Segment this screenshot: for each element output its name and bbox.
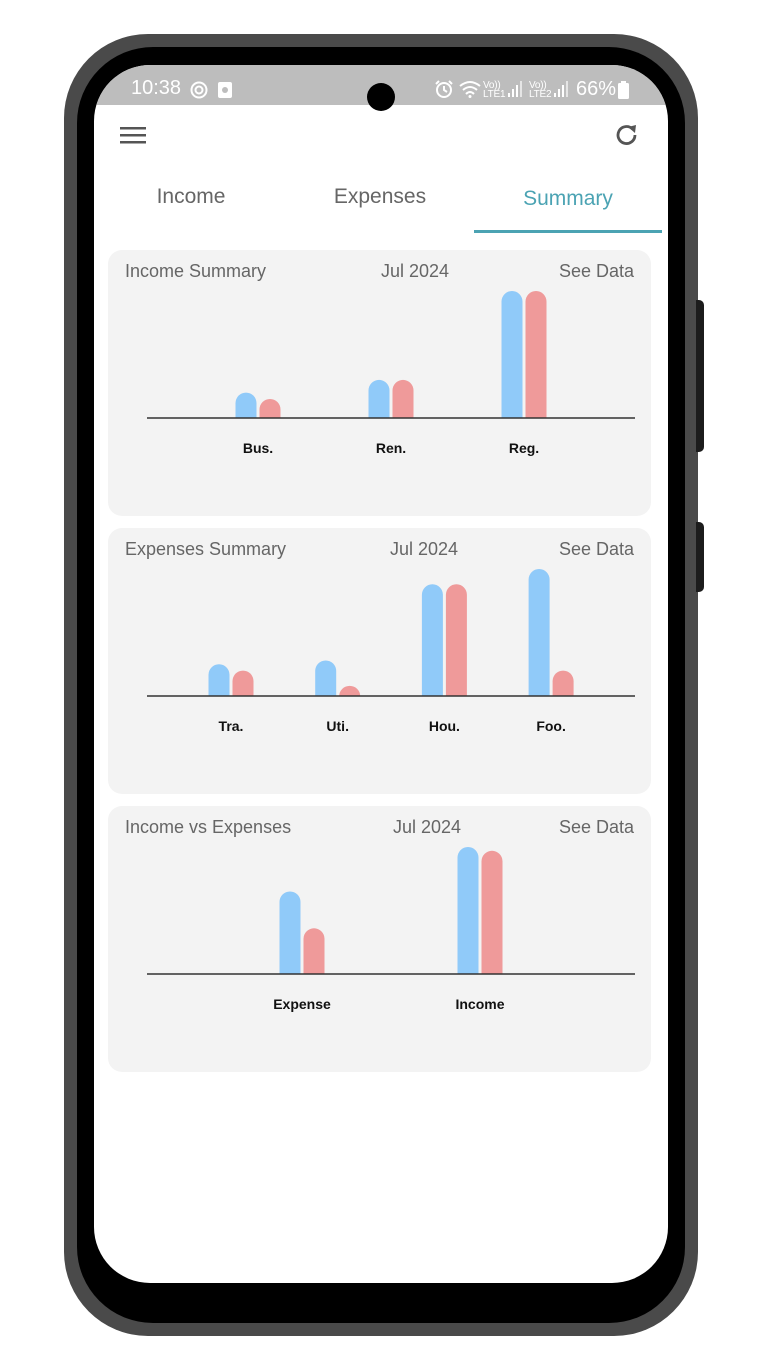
x-tick-label: Expense xyxy=(273,996,331,1012)
bar-reg-series-1 xyxy=(501,291,523,418)
bar-uti-series-2 xyxy=(339,685,361,696)
target-notification-icon xyxy=(190,81,208,105)
power-button xyxy=(696,522,704,592)
bar-tra-series-1 xyxy=(208,664,230,696)
x-tick-label: Income xyxy=(455,996,504,1012)
hamburger-menu-icon[interactable] xyxy=(120,125,146,150)
refresh-icon[interactable] xyxy=(613,121,641,154)
bar-reg-series-2 xyxy=(525,291,547,418)
expenses-summary-chart: Tra. Uti. Hou. Foo. xyxy=(147,569,635,734)
active-tab-indicator xyxy=(474,230,662,233)
bar-expense-series-2 xyxy=(303,928,325,974)
sim1-signal-label: Vo)) LTE1 xyxy=(483,80,506,100)
sim1-signal-bars-icon xyxy=(508,81,522,103)
bar-foo-series-2 xyxy=(552,670,574,696)
wifi-icon xyxy=(458,80,482,104)
sim2-signal-label: Vo)) LTE2 xyxy=(529,80,552,100)
x-tick-label: Ren. xyxy=(376,440,406,456)
x-tick-label: Uti. xyxy=(326,718,349,734)
income-summary-card: Income Summary Jul 2024 See Data Bus. Ren… xyxy=(108,250,651,516)
status-bar: 10:38 Vo)) LTE1 Vo)) LTE2 66% xyxy=(94,65,668,111)
status-time: 10:38 xyxy=(131,77,182,99)
x-tick-label: Bus. xyxy=(243,440,273,456)
volume-button xyxy=(696,300,704,452)
income-vs-expenses-chart: Expense Income xyxy=(147,847,635,1012)
tab-summary[interactable]: Summary xyxy=(478,187,658,211)
income-summary-chart: Bus. Ren. Reg. xyxy=(147,291,635,456)
bar-expense-series-1 xyxy=(279,891,301,974)
bar-bus-series-1 xyxy=(235,392,257,418)
bar-income-series-2 xyxy=(481,850,503,974)
battery-icon xyxy=(618,81,629,105)
tab-bar: Income Expenses Summary xyxy=(94,175,668,235)
x-tick-label: Hou. xyxy=(429,718,460,734)
bar-bus-series-2 xyxy=(259,398,281,418)
alarm-icon xyxy=(434,79,454,105)
bar-hou-series-2 xyxy=(445,584,467,696)
bar-income-series-1 xyxy=(457,847,479,974)
app-notification-icon xyxy=(217,81,233,105)
bar-ren-series-1 xyxy=(368,379,390,418)
sim2-signal-bars-icon xyxy=(554,81,568,103)
tab-income[interactable]: Income xyxy=(101,185,281,209)
x-tick-label: Reg. xyxy=(509,440,539,456)
bar-foo-series-1 xyxy=(528,569,550,696)
income-vs-expenses-card: Income vs Expenses Jul 2024 See Data Exp… xyxy=(108,806,651,1072)
bar-tra-series-2 xyxy=(232,670,254,696)
bar-hou-series-1 xyxy=(421,584,443,696)
x-tick-label: Tra. xyxy=(219,718,244,734)
bar-uti-series-1 xyxy=(315,660,337,696)
app-screen: 10:38 Vo)) LTE1 Vo)) LTE2 66% Income Exp… xyxy=(94,65,668,1283)
tab-expenses[interactable]: Expenses xyxy=(290,185,470,209)
x-tick-label: Foo. xyxy=(536,718,566,734)
bar-ren-series-2 xyxy=(392,379,414,418)
front-camera xyxy=(367,83,395,111)
expenses-summary-card: Expenses Summary Jul 2024 See Data Tra. U… xyxy=(108,528,651,794)
battery-percentage: 66% xyxy=(576,78,617,100)
